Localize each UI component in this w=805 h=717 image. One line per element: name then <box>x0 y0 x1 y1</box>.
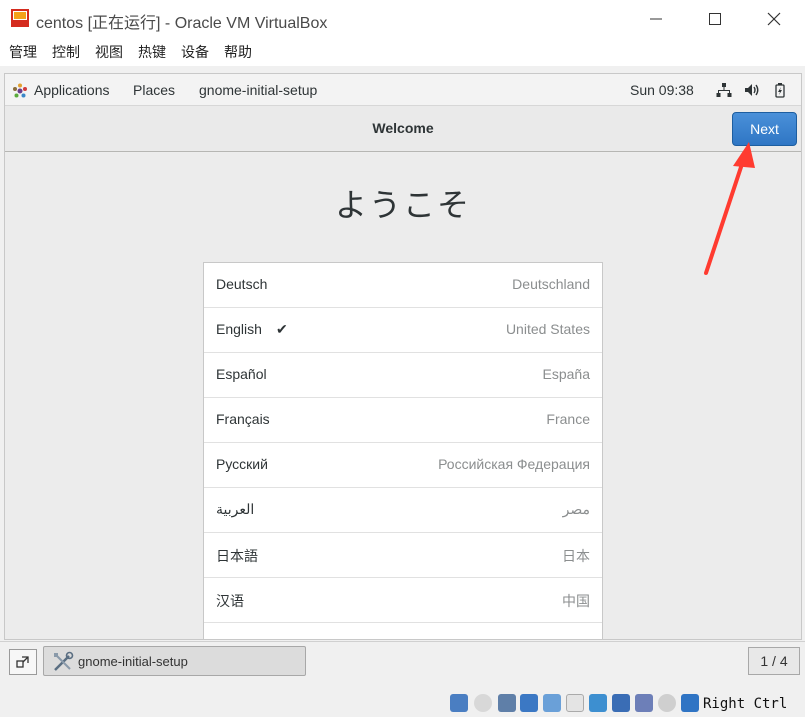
close-button[interactable] <box>759 4 789 34</box>
places-menu[interactable]: Places <box>133 82 175 98</box>
language-name: 日本語 <box>216 548 258 564</box>
video-capture-icon[interactable] <box>612 694 630 712</box>
welcome-page: ようこそ Deutsch Deutschland English ✔ Unite… <box>5 153 801 639</box>
page-title: Welcome <box>372 120 434 136</box>
title-bar: centos [正在运行] - Oracle VM VirtualBox <box>0 0 805 38</box>
virtualbox-window: centos [正在运行] - Oracle VM VirtualBox 管理 … <box>0 0 805 717</box>
menu-help[interactable]: 帮助 <box>224 42 252 62</box>
workspace-switcher[interactable]: 1 / 4 <box>748 647 800 675</box>
language-name: English <box>216 321 262 337</box>
language-region: España <box>542 366 590 382</box>
restore-window-button[interactable] <box>9 649 37 675</box>
language-region: United States <box>505 321 590 337</box>
host-menubar: 管理 控制 视图 热键 设备 帮助 <box>0 38 805 66</box>
host-taskbar: gnome-initial-setup 1 / 4 <box>0 641 805 679</box>
keyboard-capture-icon[interactable] <box>681 694 699 712</box>
network-icon[interactable] <box>520 694 538 712</box>
language-row-espanol[interactable]: Español España <box>204 353 602 398</box>
shared-folder-icon[interactable] <box>566 694 584 712</box>
network-wired-icon[interactable] <box>716 82 732 98</box>
guest-display[interactable]: Applications Places gnome-initial-setup … <box>4 73 802 640</box>
next-button[interactable]: Next <box>732 112 797 146</box>
language-name: Français <box>216 411 270 427</box>
language-name: Español <box>216 366 267 382</box>
virtualbox-app-icon <box>11 9 29 27</box>
gnome-foot-icon <box>13 83 27 98</box>
language-row-russian[interactable]: Русский Российская Федерация <box>204 443 602 488</box>
hard-disk-icon[interactable] <box>450 694 468 712</box>
menu-manage[interactable]: 管理 <box>9 42 37 62</box>
battery-icon[interactable] <box>772 82 788 98</box>
task-button-gnome-initial-setup[interactable]: gnome-initial-setup <box>43 646 306 676</box>
clock[interactable]: Sun 09:38 <box>630 82 694 98</box>
minimize-button[interactable] <box>641 4 671 34</box>
language-list[interactable]: Deutsch Deutschland English ✔ United Sta… <box>203 262 603 639</box>
close-icon <box>767 12 781 26</box>
menu-control[interactable]: 控制 <box>52 42 80 62</box>
language-row-deutsch[interactable]: Deutsch Deutschland <box>204 263 602 308</box>
maximize-button[interactable] <box>700 4 730 34</box>
menu-hotkeys[interactable]: 热键 <box>138 42 166 62</box>
minimize-icon <box>650 18 662 20</box>
usb-icon[interactable] <box>543 694 561 712</box>
language-row-francais[interactable]: Français France <box>204 398 602 443</box>
volume-icon[interactable] <box>744 82 760 98</box>
mouse-integration-icon[interactable] <box>658 694 676 712</box>
language-region: Deutschland <box>512 276 590 292</box>
maximize-icon <box>709 13 721 25</box>
language-row-arabic[interactable]: العربية مصر <box>204 488 602 533</box>
language-region: مصر <box>562 501 590 517</box>
gnome-top-bar: Applications Places gnome-initial-setup … <box>5 74 801 106</box>
language-region: 中国 <box>562 593 590 609</box>
language-region: Российская Федерация <box>438 456 590 472</box>
language-name: Русский <box>216 456 268 472</box>
language-row-chinese[interactable]: 汉语 中国 <box>204 578 602 623</box>
welcome-heading: ようこそ <box>334 186 471 224</box>
language-row-japanese[interactable]: 日本語 日本 <box>204 533 602 578</box>
display-icon[interactable] <box>589 694 607 712</box>
host-status-bar: Right Ctrl <box>0 688 805 717</box>
menu-devices[interactable]: 设备 <box>181 42 209 62</box>
setup-header-bar: Welcome Next <box>5 106 801 152</box>
restore-icon <box>16 656 29 668</box>
audio-icon[interactable] <box>498 694 516 712</box>
language-region: 日本 <box>562 548 590 564</box>
menu-view[interactable]: 视图 <box>95 42 123 62</box>
window-title: centos [正在运行] - Oracle VM VirtualBox <box>36 15 328 32</box>
tools-icon <box>54 651 74 671</box>
language-row-english[interactable]: English ✔ United States <box>204 308 602 353</box>
language-name: 汉语 <box>216 593 244 609</box>
optical-drive-icon[interactable] <box>474 694 492 712</box>
host-key-label: Right Ctrl <box>703 696 788 712</box>
language-name: Deutsch <box>216 276 268 292</box>
app-menu[interactable]: gnome-initial-setup <box>199 82 317 98</box>
task-label: gnome-initial-setup <box>78 654 188 669</box>
language-name: العربية <box>216 501 255 517</box>
language-region: France <box>546 411 590 427</box>
recording-icon[interactable] <box>635 694 653 712</box>
checkmark-icon: ✔ <box>276 321 288 337</box>
applications-menu[interactable]: Applications <box>34 82 110 98</box>
